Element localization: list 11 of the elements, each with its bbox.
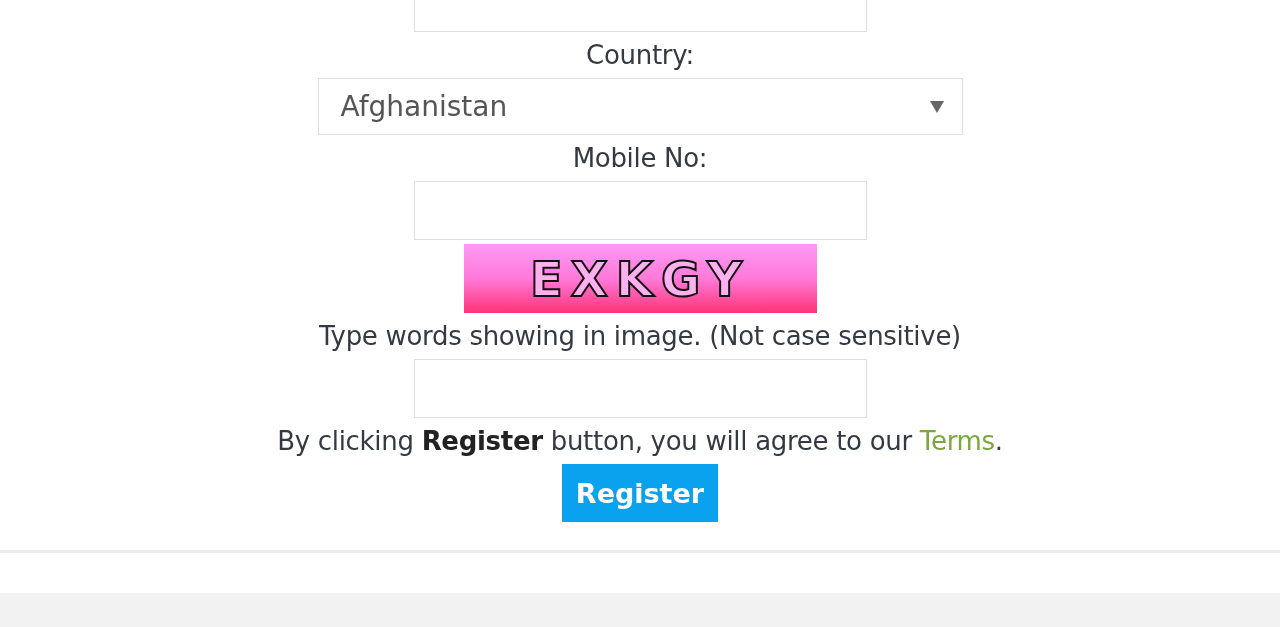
field-label: Type words showing in image. (Not case sensitive) <box>319 320 961 353</box>
agreement-text: By clicking Register button, you will agree to our Terms. <box>277 425 1003 458</box>
answer-field[interactable] <box>413 359 867 418</box>
field-label: Country: <box>586 39 694 72</box>
captcha-image: EXKGY <box>463 244 817 313</box>
caret-icon <box>929 100 944 113</box>
register-button[interactable]: Register <box>561 464 719 522</box>
field-label: Mobile No: <box>572 142 708 175</box>
input-field[interactable] <box>413 181 867 240</box>
terms-link[interactable]: Terms <box>919 426 995 456</box>
country-select[interactable]: Afghanistan <box>317 78 963 135</box>
